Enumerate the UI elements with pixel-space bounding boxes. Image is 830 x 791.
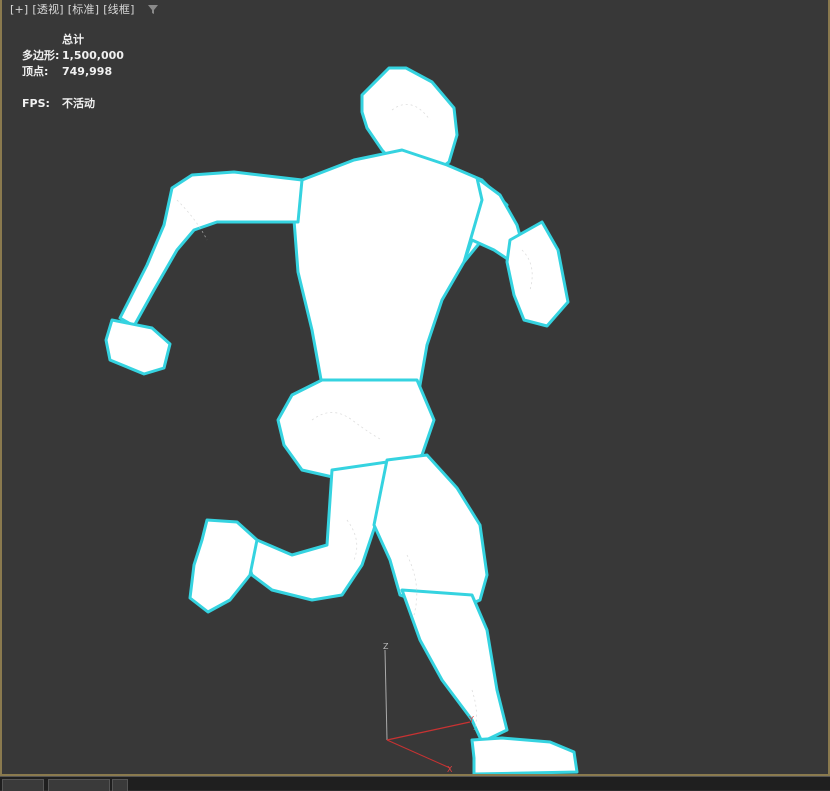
axis-z-label: Z — [383, 642, 389, 651]
bottom-status-bar — [0, 776, 830, 791]
axis-y-label: Y — [468, 715, 474, 724]
axis-x-label: X — [447, 765, 453, 774]
bottom-tab[interactable] — [48, 779, 110, 791]
bottom-tab[interactable] — [112, 779, 128, 791]
bottom-tab[interactable] — [2, 779, 44, 791]
running-figure-model[interactable]: Z Y X — [2, 0, 828, 774]
perspective-viewport[interactable]: [+] [透视] [标准] [线框] 总计 多边形: 1,500,000 顶点:… — [0, 0, 830, 776]
